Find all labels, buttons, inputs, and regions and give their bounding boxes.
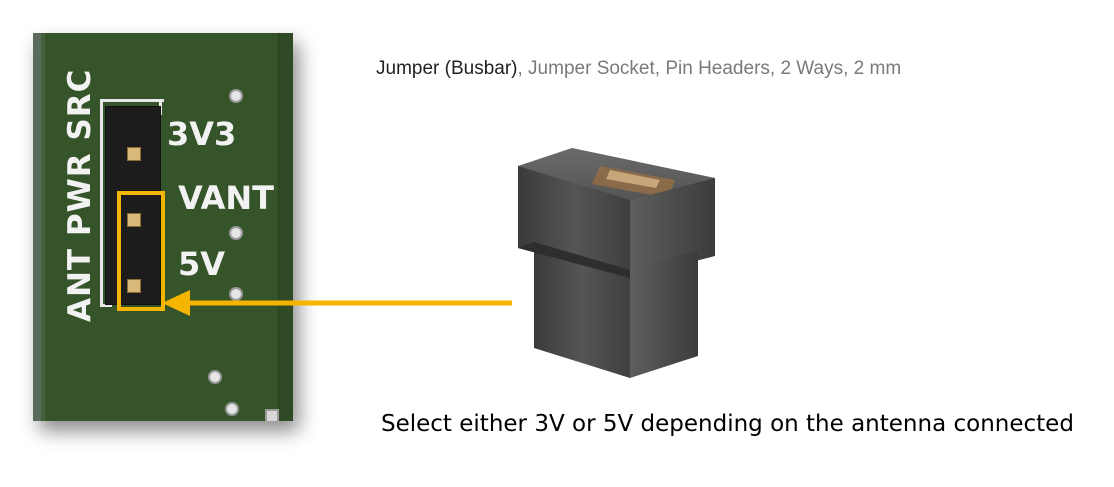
product-title-rest: , Jumper Socket, Pin Headers, 2 Ways, 2 … [517, 58, 902, 79]
product-title: Jumper (Busbar), Jumper Socket, Pin Head… [376, 58, 901, 80]
caption: Select either 3V or 5V depending on the … [381, 411, 1074, 437]
jumper-photo [518, 148, 715, 378]
product-title-main: Jumper (Busbar) [376, 58, 518, 79]
arrow-head [162, 290, 190, 316]
jumper-lower-side [630, 250, 698, 378]
